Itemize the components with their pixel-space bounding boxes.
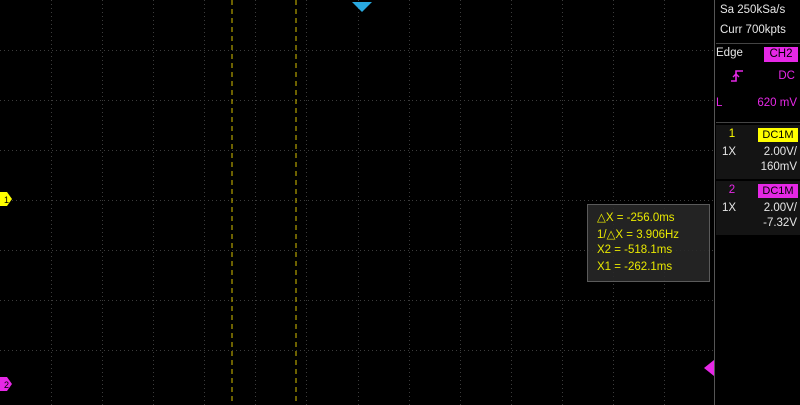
trigger-source-badge: CH2: [764, 47, 798, 62]
sample-rate: Sa 250kSa/s: [720, 4, 786, 16]
trigger-level-prefix: L: [716, 97, 723, 109]
ch2-coupling-badge: DC1M: [758, 184, 798, 198]
ch2-offset: -7.32V: [763, 217, 797, 229]
trigger-level: 620 mV: [757, 97, 797, 109]
ch1-scale: 2.00V/: [763, 146, 797, 158]
trigger-level-marker[interactable]: [704, 360, 714, 376]
divider: [716, 122, 800, 123]
ch1-ground-marker[interactable]: 1: [0, 192, 12, 206]
graticule: [0, 0, 714, 405]
cursor-lines: [231, 0, 297, 405]
trigger-position-marker[interactable]: [352, 2, 372, 12]
waveform-canvas: 1 2: [0, 0, 714, 405]
ch2-settings[interactable]: 2 DC1M 1X 2.00V/ -7.32V: [716, 181, 800, 235]
ch1-settings[interactable]: 1 DC1M 1X 2.00V/ 160mV: [716, 125, 800, 179]
memory-depth: Curr 700kpts: [720, 24, 786, 36]
ch2-probe: 1X: [722, 202, 737, 214]
ch1-probe: 1X: [722, 146, 737, 158]
ch1-number: 1: [728, 128, 736, 140]
ch1-offset: 160mV: [760, 161, 797, 173]
ch2-ground-marker[interactable]: 2: [0, 377, 12, 391]
cursor-x2-value: X2 = -518.1ms: [597, 244, 673, 256]
ch1-ground-label: 1: [4, 195, 9, 205]
ch2-number: 2: [728, 184, 736, 196]
cursor-delta-x: △X = -256.0ms: [597, 212, 675, 224]
rising-edge-icon: [730, 69, 744, 83]
waveform-display[interactable]: 1 2 △X = -256.0ms 1/△X = 3.906Hz X2 = -5…: [0, 0, 715, 405]
ch1-coupling-badge: DC1M: [758, 128, 798, 142]
trigger-type: Edge: [716, 47, 743, 59]
ch2-ground-label: 2: [4, 380, 9, 390]
status-panel: Sa 250kSa/s Curr 700kpts Edge CH2 DC L 6…: [716, 0, 800, 405]
trigger-coupling: DC: [778, 70, 795, 82]
cursor-inverse-delta-x: 1/△X = 3.906Hz: [597, 229, 680, 241]
ch2-scale: 2.00V/: [763, 202, 797, 214]
cursor-measurement-box: △X = -256.0ms 1/△X = 3.906Hz X2 = -518.1…: [587, 204, 710, 282]
divider: [716, 43, 800, 44]
cursor-x1-value: X1 = -262.1ms: [597, 261, 673, 273]
